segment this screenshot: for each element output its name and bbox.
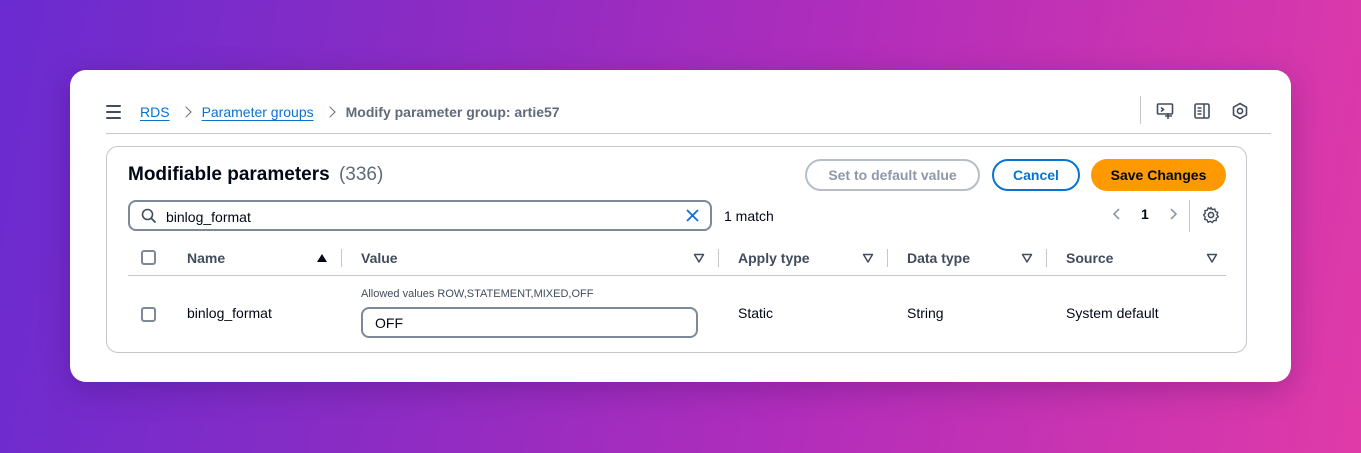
parameter-name: binlog_format xyxy=(187,305,272,321)
row-select-checkbox[interactable] xyxy=(141,307,156,322)
chevron-left-icon[interactable] xyxy=(1109,206,1125,222)
table-header: Name Value Apply type Data type Source xyxy=(128,240,1226,276)
breadcrumb-parameter-groups-link[interactable]: Parameter groups xyxy=(202,104,314,120)
cancel-button[interactable]: Cancel xyxy=(992,159,1080,191)
apply-type-cell: Static xyxy=(738,305,774,321)
select-all-checkbox[interactable] xyxy=(141,250,156,265)
save-changes-button[interactable]: Save Changes xyxy=(1091,159,1226,191)
allowed-values-hint: Allowed values ROW,STATEMENT,MIXED,OFF xyxy=(361,288,594,300)
close-icon[interactable] xyxy=(685,208,700,223)
sort-icon[interactable] xyxy=(1021,252,1033,264)
source-cell: System default xyxy=(1066,305,1159,321)
search-input-value: binlog_format xyxy=(166,209,251,225)
match-count: 1 match xyxy=(724,208,774,224)
chevron-right-icon xyxy=(326,106,334,118)
column-header-value[interactable]: Value xyxy=(361,250,398,266)
modify-parameter-group-window: RDS Parameter groups Modify parameter gr… xyxy=(70,70,1291,382)
breadcrumb-current: Modify parameter group: artie57 xyxy=(345,104,560,120)
breadcrumb-rds-link[interactable]: RDS xyxy=(140,104,170,120)
column-divider[interactable] xyxy=(341,249,342,267)
chevron-right-icon xyxy=(182,106,190,118)
data-type-cell: String xyxy=(907,305,944,321)
top-navigation-bar: RDS Parameter groups Modify parameter gr… xyxy=(106,96,1271,134)
sort-icon[interactable] xyxy=(862,252,874,264)
gear-icon[interactable] xyxy=(1202,206,1220,224)
panel-title: Modifiable parameters (336) xyxy=(128,164,383,186)
search-icon xyxy=(141,208,157,224)
column-divider[interactable] xyxy=(718,249,719,267)
set-to-default-button[interactable]: Set to default value xyxy=(805,159,980,191)
table-row: binlog_format Allowed values ROW,STATEME… xyxy=(128,277,1226,353)
pagination: 1 xyxy=(1109,206,1181,222)
column-header-data-type[interactable]: Data type xyxy=(907,250,970,266)
parameter-value-input[interactable] xyxy=(361,307,698,338)
sort-icon[interactable] xyxy=(1206,252,1218,264)
parameter-count: (336) xyxy=(338,164,384,185)
sort-ascending-icon[interactable] xyxy=(316,252,328,264)
search-input[interactable]: binlog_format xyxy=(128,200,712,231)
page-number[interactable]: 1 xyxy=(1141,206,1149,222)
help-panel-icon[interactable] xyxy=(1231,102,1249,120)
menu-icon[interactable] xyxy=(106,105,121,119)
breadcrumb: RDS Parameter groups Modify parameter gr… xyxy=(140,104,560,120)
column-header-apply-type[interactable]: Apply type xyxy=(738,250,810,266)
panel-title-text: Modifiable parameters xyxy=(128,164,330,185)
column-divider[interactable] xyxy=(1046,249,1047,267)
sort-icon[interactable] xyxy=(693,252,705,264)
pagination-divider xyxy=(1189,200,1190,232)
column-header-name[interactable]: Name xyxy=(187,250,225,266)
modifiable-parameters-panel: Modifiable parameters (336) Set to defau… xyxy=(106,146,1247,353)
chevron-right-icon[interactable] xyxy=(1165,206,1181,222)
toolbar-divider xyxy=(1140,96,1141,124)
column-header-source[interactable]: Source xyxy=(1066,250,1113,266)
column-divider[interactable] xyxy=(887,249,888,267)
cloudshell-icon[interactable] xyxy=(1156,102,1174,120)
notes-panel-icon[interactable] xyxy=(1193,102,1211,120)
